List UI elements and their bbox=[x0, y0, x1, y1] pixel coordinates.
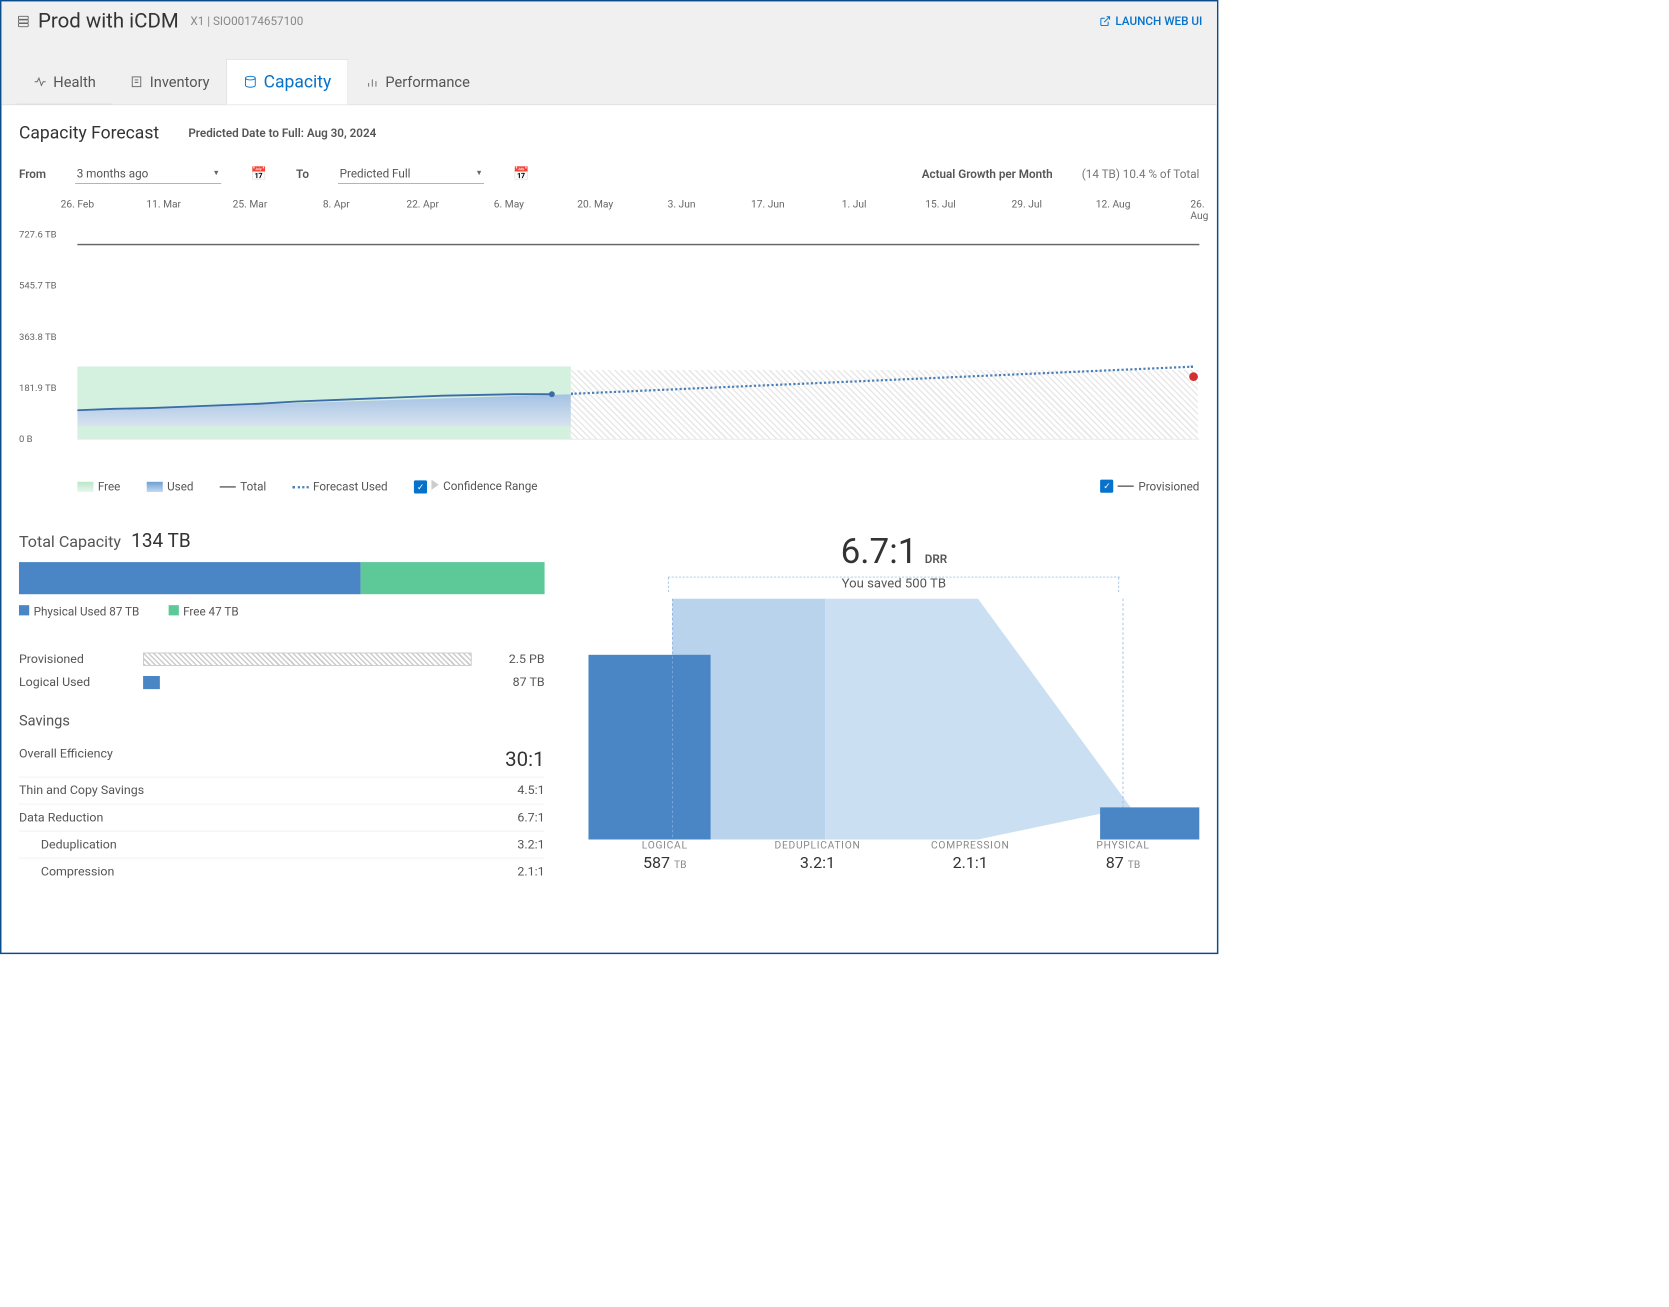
savings-dedup-label: Deduplication bbox=[19, 837, 117, 852]
legend-used[interactable]: Used bbox=[147, 479, 194, 493]
free-legend: Free 47 TB bbox=[169, 604, 239, 618]
x-tick: 17. Jun bbox=[751, 199, 785, 211]
x-tick: 20. May bbox=[577, 199, 613, 211]
savings-comp-value: 2.1:1 bbox=[517, 864, 544, 879]
savings-dr-value: 6.7:1 bbox=[517, 810, 544, 825]
x-tick: 26. Feb bbox=[61, 199, 94, 211]
tab-health[interactable]: Health bbox=[16, 59, 112, 104]
logical-used-label: Logical Used bbox=[19, 675, 129, 690]
x-tick: 6. May bbox=[494, 199, 524, 211]
legend-free[interactable]: Free bbox=[77, 479, 120, 493]
y-tick: 545.7 TB bbox=[19, 281, 57, 292]
provisioned-bar bbox=[143, 653, 472, 666]
logical-used-value: 87 TB bbox=[486, 675, 544, 690]
from-label: From bbox=[19, 167, 46, 181]
drr-stage-dedup: DEDUPLICATION 3.2:1 bbox=[741, 840, 894, 873]
x-tick: 15. Jul bbox=[925, 199, 955, 211]
x-tick: 22. Apr bbox=[406, 199, 439, 211]
y-tick: 727.6 TB bbox=[19, 230, 57, 241]
growth-value: (14 TB) 10.4 % of Total bbox=[1082, 167, 1200, 181]
x-tick: 29. Jul bbox=[1012, 199, 1042, 211]
inventory-icon bbox=[129, 74, 144, 89]
calendar-icon[interactable]: 📅 bbox=[513, 166, 529, 181]
y-tick: 0 B bbox=[19, 434, 33, 445]
capacity-bar-free bbox=[361, 562, 545, 594]
growth-label: Actual Growth per Month bbox=[922, 167, 1053, 181]
x-tick: 25. Mar bbox=[233, 199, 268, 211]
drr-funnel-chart bbox=[588, 599, 1199, 840]
to-dropdown[interactable]: Predicted Full ▼ bbox=[338, 164, 484, 184]
x-tick: 26. Aug bbox=[1190, 199, 1208, 222]
y-tick: 181.9 TB bbox=[19, 383, 57, 394]
legend-confidence[interactable]: ✓Confidence Range bbox=[414, 479, 538, 494]
tabs: Health Inventory Capacity Performance bbox=[16, 59, 1202, 104]
capacity-icon bbox=[243, 74, 258, 89]
forecast-chart: 26. Feb 11. Mar 25. Mar 8. Apr 22. Apr 6. May… bbox=[19, 199, 1199, 469]
provisioned-line bbox=[77, 244, 1199, 245]
y-tick: 363.8 TB bbox=[19, 332, 57, 343]
savings-overall-label: Overall Efficiency bbox=[19, 747, 113, 771]
full-point-icon bbox=[1189, 372, 1198, 381]
external-link-icon bbox=[1099, 15, 1111, 27]
savings-comp-label: Compression bbox=[19, 864, 114, 879]
health-icon bbox=[33, 74, 48, 89]
capacity-bar bbox=[19, 562, 545, 594]
performance-icon bbox=[365, 74, 380, 89]
physical-used-legend: Physical Used 87 TB bbox=[19, 604, 139, 618]
x-tick: 1. Jul bbox=[842, 199, 867, 211]
chevron-down-icon: ▼ bbox=[213, 169, 220, 177]
x-tick: 3. Jun bbox=[668, 199, 696, 211]
x-tick: 8. Apr bbox=[323, 199, 350, 211]
legend-provisioned[interactable]: ✓Provisioned bbox=[1100, 479, 1199, 493]
from-dropdown[interactable]: 3 months ago ▼ bbox=[75, 164, 221, 184]
x-tick: 12. Aug bbox=[1096, 199, 1131, 211]
chevron-down-icon: ▼ bbox=[475, 169, 482, 177]
savings-thin-label: Thin and Copy Savings bbox=[19, 783, 144, 798]
launch-web-ui-link[interactable]: LAUNCH WEB UI bbox=[1099, 14, 1202, 28]
tab-performance[interactable]: Performance bbox=[348, 59, 486, 104]
tab-inventory[interactable]: Inventory bbox=[113, 59, 227, 104]
checkbox-icon[interactable]: ✓ bbox=[1100, 480, 1113, 493]
capacity-forecast-title: Capacity Forecast bbox=[19, 123, 159, 143]
checkbox-icon[interactable]: ✓ bbox=[414, 480, 427, 493]
legend-forecast-used[interactable]: Forecast Used bbox=[293, 479, 388, 493]
savings-thin-value: 4.5:1 bbox=[517, 783, 544, 798]
total-capacity-label: Total Capacity bbox=[19, 533, 121, 551]
savings-title: Savings bbox=[19, 712, 545, 730]
legend-total[interactable]: Total bbox=[220, 479, 267, 493]
tab-capacity[interactable]: Capacity bbox=[226, 59, 348, 104]
savings-overall-value: 30:1 bbox=[505, 747, 544, 771]
page-title: Prod with iCDM bbox=[16, 9, 179, 33]
storage-icon bbox=[16, 14, 31, 29]
page-subtitle: X1 | SIO00174657100 bbox=[190, 14, 303, 28]
drr-stage-physical: PHYSICAL 87 TB bbox=[1047, 840, 1200, 873]
provisioned-value: 2.5 PB bbox=[486, 652, 544, 667]
drr-stage-comp: COMPRESSION 2.1:1 bbox=[894, 840, 1047, 873]
to-label: To bbox=[296, 167, 309, 181]
drr-ratio: 6.7:1DRR bbox=[841, 530, 948, 572]
savings-dr-label: Data Reduction bbox=[19, 810, 103, 825]
drr-stage-logical: LOGICAL 587 TB bbox=[588, 840, 741, 873]
capacity-bar-used bbox=[19, 562, 361, 594]
logical-used-bar bbox=[143, 676, 159, 689]
provisioned-label: Provisioned bbox=[19, 652, 129, 667]
predicted-date-full: Predicted Date to Full: Aug 30, 2024 bbox=[188, 126, 376, 140]
used-line bbox=[77, 390, 571, 427]
calendar-icon[interactable]: 📅 bbox=[250, 166, 266, 181]
x-tick: 11. Mar bbox=[146, 199, 181, 211]
savings-dedup-value: 3.2:1 bbox=[517, 837, 544, 852]
total-capacity-value: 134 TB bbox=[131, 530, 190, 552]
